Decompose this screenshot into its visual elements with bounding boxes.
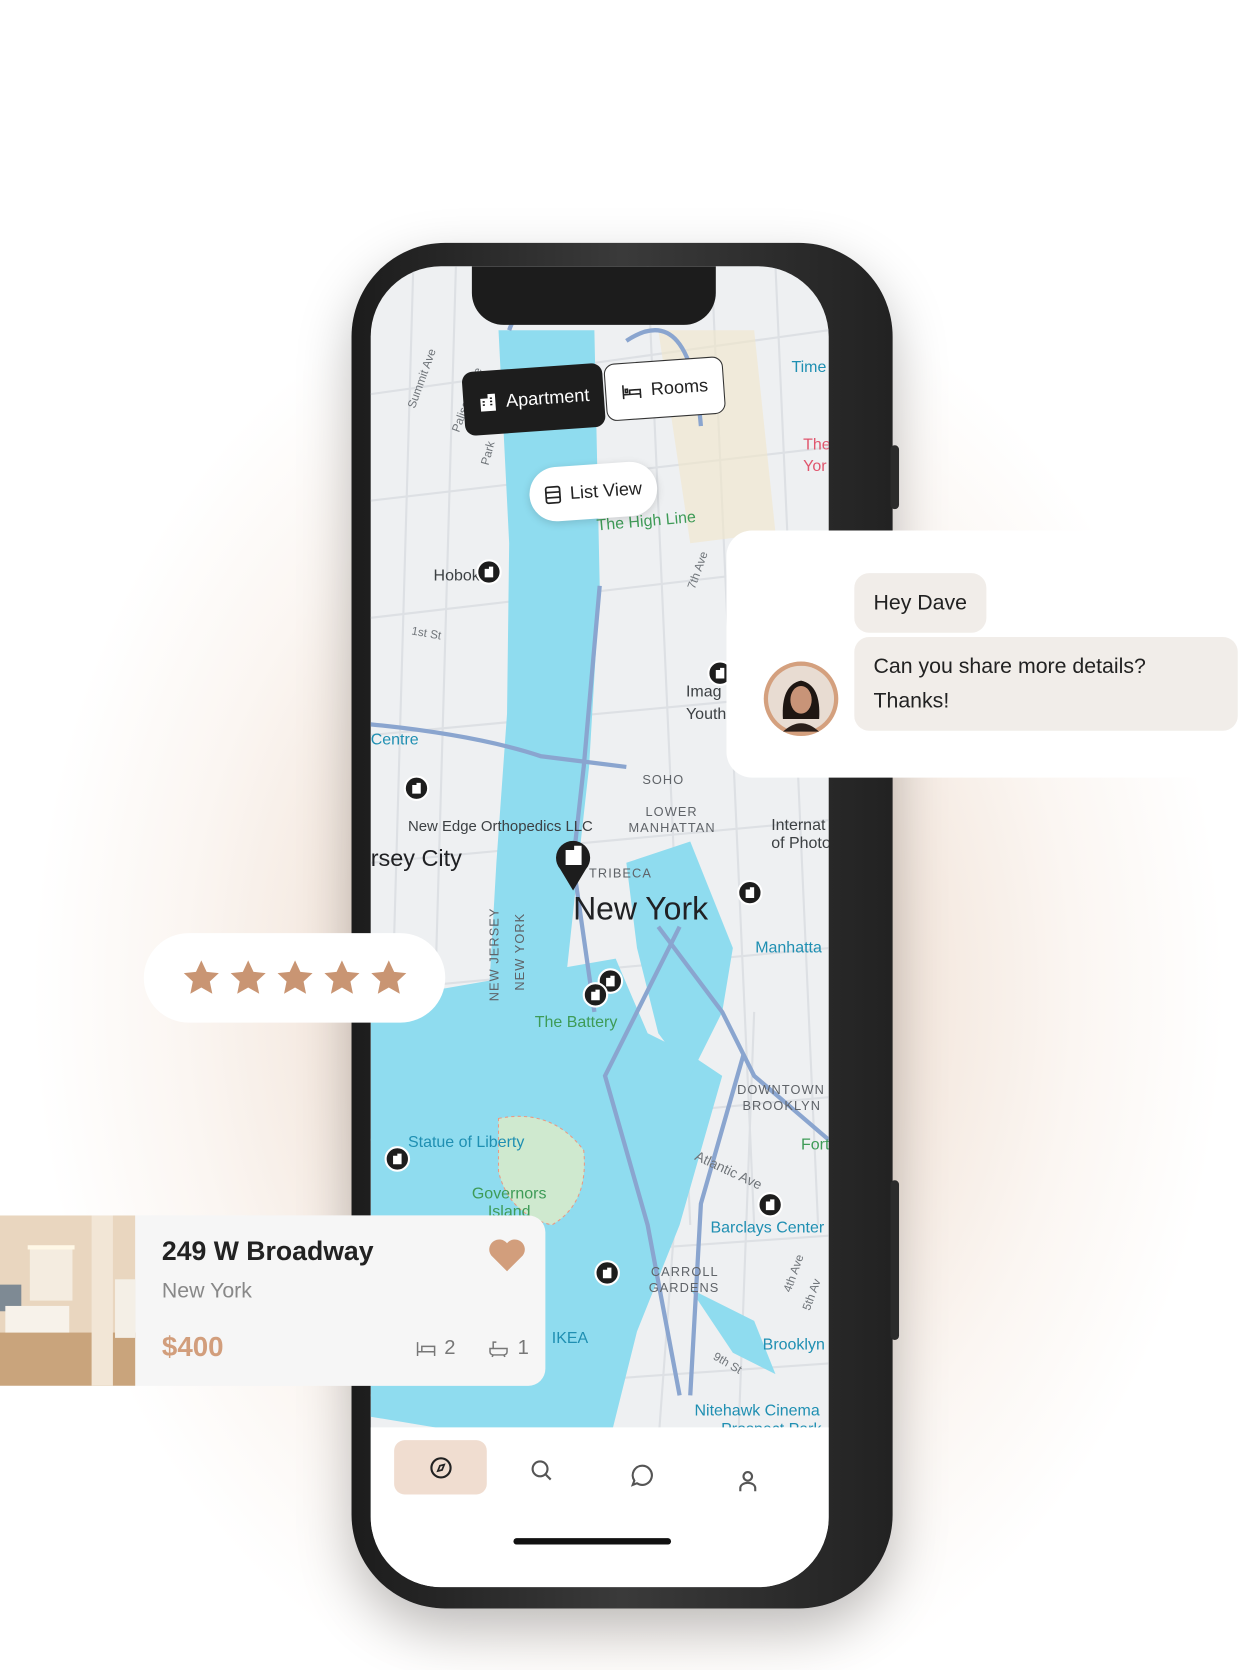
compass-icon — [429, 1456, 452, 1478]
map-label: LOWER — [645, 804, 698, 820]
nav-explore[interactable] — [394, 1440, 487, 1495]
bed-count: 2 — [444, 1336, 456, 1360]
map-label-city: New York — [573, 891, 709, 927]
rating-card — [143, 933, 446, 1023]
building-icon — [591, 989, 600, 1001]
message-text: Can you share more details? — [873, 655, 1146, 679]
building-icon — [602, 1267, 612, 1279]
building-icon — [480, 393, 497, 412]
power-button — [890, 1180, 900, 1341]
map-label: Brooklyn — [762, 1335, 825, 1354]
listing-city: New York — [161, 1279, 252, 1303]
notch — [471, 266, 716, 325]
map-label: Youth — [685, 705, 727, 724]
listing-card[interactable]: 249 W Broadway New York $400 2 1 — [0, 1215, 546, 1386]
avatar-woman — [768, 665, 835, 732]
bath-count: 1 — [517, 1336, 529, 1360]
filter-rooms-label: Rooms — [650, 375, 709, 400]
map-label: Governors — [471, 1184, 547, 1203]
filter-rooms[interactable]: Rooms — [603, 355, 727, 422]
map-label: CARROLL — [650, 1264, 719, 1280]
list-view-label: List View — [569, 477, 643, 503]
bottom-nav — [370, 1427, 829, 1588]
building-icon — [715, 667, 725, 679]
avatar — [763, 661, 839, 737]
map-label: NEW YORK — [512, 912, 528, 991]
map-label: rsey City — [370, 844, 462, 872]
map-label: Internat — [771, 815, 826, 835]
chat-icon — [630, 1464, 653, 1487]
building-icon — [606, 975, 615, 987]
map-label: Fort — [801, 1135, 829, 1154]
apartment-pin[interactable] — [737, 879, 763, 906]
message-bubble: Hey Dave — [854, 573, 987, 633]
filter-apartment-label: Apartment — [505, 384, 591, 411]
user-icon — [739, 1471, 757, 1492]
nav-search[interactable] — [520, 1449, 563, 1492]
nav-messages[interactable] — [621, 1454, 664, 1497]
apartment-pin[interactable] — [384, 1146, 411, 1172]
list-view-button[interactable]: List View — [527, 460, 659, 524]
map-label: BROOKLYN — [742, 1098, 822, 1114]
apartment-pin[interactable] — [594, 1260, 620, 1286]
map-label: Centre — [370, 730, 419, 749]
bed-icon — [416, 1342, 436, 1356]
listing-price: $400 — [161, 1330, 224, 1363]
map-label: TRIBECA — [589, 866, 652, 881]
map-label: Manhatta — [755, 938, 822, 957]
map-label: Nitehawk Cinema — [694, 1401, 820, 1420]
map-label: GARDENS — [648, 1280, 720, 1296]
list-icon — [544, 485, 562, 504]
map[interactable]: Summit Ave Palisade Ave Park 7th Ave 1st… — [370, 266, 829, 1588]
map-label: NEW JERSEY — [486, 907, 502, 1002]
selected-apartment-pin[interactable] — [554, 837, 592, 892]
star-icon — [183, 960, 219, 994]
apartment-pin[interactable] — [403, 775, 430, 802]
map-label: The — [803, 435, 829, 454]
star-icon — [277, 960, 313, 994]
map-label: Time — [791, 357, 827, 377]
search-icon — [531, 1460, 552, 1481]
map-label: SOHO — [642, 772, 685, 788]
map-label: Barclays Center — [710, 1218, 825, 1237]
building-icon — [412, 782, 421, 794]
map-label: Imag — [685, 682, 722, 701]
chat-card: Hey Dave Can you share more details? Tha… — [726, 530, 1242, 778]
map-label: Yor — [803, 456, 827, 476]
map-label: Hobok — [433, 566, 480, 585]
building-icon — [745, 887, 755, 898]
home-indicator — [513, 1538, 672, 1545]
nav-profile[interactable] — [726, 1459, 769, 1502]
building-icon — [765, 1199, 775, 1211]
message-bubble: Can you share more details? Thanks! — [854, 636, 1238, 731]
listing-title: 249 W Broadway — [161, 1236, 374, 1267]
apartment-pin[interactable] — [476, 559, 502, 585]
phone-screen: Summit Ave Palisade Ave Park 7th Ave 1st… — [370, 266, 829, 1588]
map-label: IKEA — [551, 1329, 589, 1348]
message-text: Thanks! — [873, 689, 950, 713]
side-button — [890, 445, 900, 510]
map-label: of Photo — [771, 834, 829, 853]
apartment-pin[interactable] — [757, 1191, 783, 1218]
star-icon — [323, 960, 359, 994]
filter-apartment[interactable]: Apartment — [461, 362, 607, 437]
map-label: Statue of Liberty — [407, 1133, 525, 1152]
apartment-pin[interactable] — [582, 982, 609, 1008]
heart-icon[interactable] — [487, 1237, 527, 1273]
bath-icon — [489, 1341, 508, 1358]
building-icon — [393, 1153, 402, 1165]
listing-photo — [0, 1215, 136, 1386]
building-icon — [484, 566, 494, 578]
star-icon — [370, 960, 406, 994]
bed-icon — [622, 385, 642, 400]
map-label: DOWNTOWN — [737, 1082, 825, 1098]
map-label: The Battery — [534, 1013, 618, 1032]
map-label: MANHATTAN — [628, 820, 716, 836]
star-icon — [230, 960, 266, 994]
map-label: New Edge Orthopedics LLC — [407, 817, 593, 835]
